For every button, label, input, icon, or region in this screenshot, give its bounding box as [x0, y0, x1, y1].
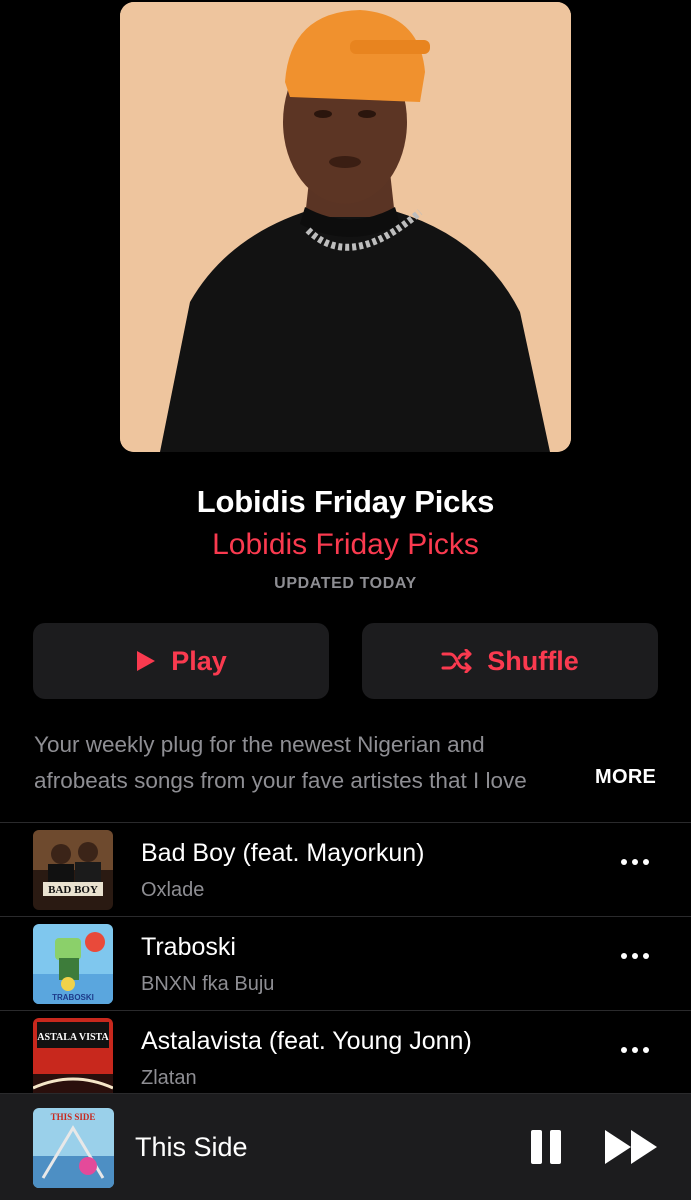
more-options-icon[interactable]: [621, 859, 649, 865]
updated-label: UPDATED TODAY: [274, 575, 417, 592]
now-playing-title: This Side: [135, 1132, 248, 1162]
more-options-icon[interactable]: [621, 953, 649, 959]
shuffle-button[interactable]: Shuffle: [362, 623, 658, 699]
track-title: Astalavista (feat. Young Jonn): [141, 1027, 472, 1055]
description-line-2: afrobeats songs from your fave artistes …: [34, 768, 527, 793]
playlist-cover-art: [120, 2, 571, 452]
mini-player[interactable]: THIS SIDE This Side: [0, 1093, 691, 1200]
shuffle-icon: [441, 649, 473, 673]
track-title: Bad Boy (feat. Mayorkun): [141, 839, 425, 867]
play-button[interactable]: Play: [33, 623, 329, 699]
track-title: Traboski: [141, 933, 236, 961]
track-row[interactable]: TRABOSKI Traboski BNXN fka Buju: [0, 916, 691, 1010]
track-artwork: ASTALA VISTA: [33, 1018, 113, 1098]
track-art-text: TRABOSKI: [52, 993, 94, 1002]
track-art-text: ASTALA VISTA: [37, 1032, 109, 1043]
description-line-1: Your weekly plug for the newest Nigerian…: [34, 732, 485, 757]
track-artwork: TRABOSKI: [33, 924, 113, 1004]
more-button[interactable]: MORE: [593, 766, 657, 789]
pause-icon[interactable]: [531, 1130, 561, 1164]
fast-forward-icon[interactable]: [605, 1130, 657, 1169]
track-list: BAD BOY Bad Boy (feat. Mayorkun) Oxlade …: [0, 822, 691, 1104]
track-row[interactable]: BAD BOY Bad Boy (feat. Mayorkun) Oxlade: [0, 822, 691, 916]
playlist-title: Lobidis Friday Picks: [196, 484, 495, 519]
track-artist: Zlatan: [141, 1067, 197, 1089]
track-row[interactable]: ASTALA VISTA Astalavista (feat. Young Jo…: [0, 1010, 691, 1104]
track-artwork: BAD BOY: [33, 830, 113, 910]
playlist-curator-link[interactable]: Lobidis Friday Picks: [0, 528, 691, 562]
playlist-description: Your weekly plug for the newest Nigerian…: [34, 727, 656, 803]
play-triangle-icon: [135, 649, 157, 673]
shuffle-button-label: Shuffle: [487, 645, 579, 676]
play-button-label: Play: [171, 645, 227, 676]
track-art-text: BAD BOY: [48, 884, 98, 896]
more-options-icon[interactable]: [621, 1047, 649, 1053]
now-playing-artwork: THIS SIDE: [33, 1108, 114, 1188]
track-artist: BNXN fka Buju: [141, 973, 275, 995]
now-playing-art-text: THIS SIDE: [51, 1112, 96, 1122]
track-artist: Oxlade: [141, 879, 205, 901]
